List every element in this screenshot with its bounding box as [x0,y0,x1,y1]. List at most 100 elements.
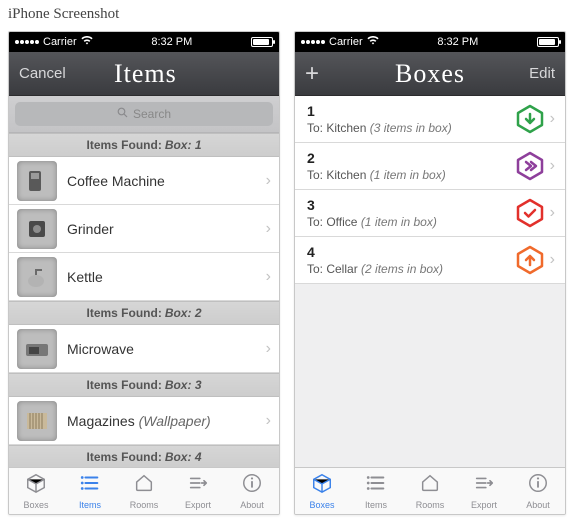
nav-title: Boxes [395,59,465,89]
tab-boxes[interactable]: Boxes [295,468,349,514]
chevron-right-icon: › [266,220,271,238]
tab-label: Rooms [416,500,445,510]
box-number: 3 [307,197,514,213]
wifi-icon [81,36,93,48]
item-thumbnail [17,161,57,201]
boxes-content[interactable]: 1To: Kitchen (3 items in box)›2To: Kitch… [295,96,565,467]
status-bar: Carrier 8:32 PM [295,32,565,52]
box-subtitle: To: Cellar (2 items in box) [307,262,514,276]
cancel-button[interactable]: Cancel [19,65,66,82]
wifi-icon [367,36,379,48]
export-icon [186,472,210,499]
list-item[interactable]: Microwave › [9,325,279,373]
nav-bar: Cancel Items [9,52,279,96]
tab-label: Export [471,500,497,510]
box-row[interactable]: 1 To: Kitchen (3 items in box) › [295,96,565,143]
tab-items[interactable]: Items [63,468,117,514]
box-subtitle: To: Kitchen (1 item in box) [307,168,514,182]
box-status-icon [514,198,546,228]
tab-label: About [240,500,264,510]
box-row[interactable]: 4 To: Cellar (2 items in box) › [295,237,565,284]
box-subtitle: To: Kitchen (3 items in box) [307,121,514,135]
tab-rooms[interactable]: Rooms [403,468,457,514]
item-label: Kettle [67,269,256,285]
section-value: Box: 3 [165,378,202,392]
box-number: 4 [307,244,514,260]
section-value: Box: 1 [165,138,202,152]
tab-items[interactable]: Items [349,468,403,514]
phone-left: Carrier 8:32 PM Cancel Items Search [8,31,280,515]
item-thumbnail [17,329,57,369]
tab-label: About [526,500,550,510]
item-label: Grinder [67,221,256,237]
section-value: Box: 4 [165,450,202,464]
search-input[interactable]: Search [15,102,273,126]
box-number: 1 [307,103,514,119]
item-thumbnail [17,257,57,297]
status-bar: Carrier 8:32 PM [9,32,279,52]
section-label: Items Found: [86,378,161,392]
item-label: Coffee Machine [67,173,256,189]
item-label: Microwave [67,341,256,357]
list-item[interactable]: Coffee Machine › [9,157,279,205]
clock: 8:32 PM [151,36,192,48]
rooms-icon [132,472,156,499]
tab-label: Export [185,500,211,510]
list-item[interactable]: Kettle › [9,253,279,301]
page-heading: iPhone Screenshot [0,6,580,31]
boxes-icon [310,472,334,499]
tab-label: Boxes [23,500,48,510]
carrier: Carrier [43,36,77,48]
section-label: Items Found: [86,306,161,320]
tab-rooms[interactable]: Rooms [117,468,171,514]
chevron-right-icon: › [266,268,271,286]
section-header: Items Found: Box: 4 [9,445,279,467]
box-status-icon [514,151,546,181]
edit-button[interactable]: Edit [511,65,555,82]
battery-icon [251,37,273,47]
nav-bar: + Boxes Edit [295,52,565,96]
tab-about[interactable]: About [511,468,565,514]
box-row[interactable]: 2To: Kitchen (1 item in box)› [295,143,565,190]
list-item[interactable]: Grinder › [9,205,279,253]
about-icon [526,472,550,499]
nav-title: Items [114,59,177,89]
items-icon [364,472,388,499]
list-item[interactable]: Magazines (Wallpaper) › [9,397,279,445]
tab-boxes[interactable]: Boxes [9,468,63,514]
tab-export[interactable]: Export [457,468,511,514]
tab-bar: Boxes Items Rooms Export About [9,467,279,514]
chevron-right-icon: › [266,340,271,358]
box-status-icon [514,245,546,275]
item-label: Magazines (Wallpaper) [67,413,256,429]
chevron-right-icon: › [550,110,555,128]
section-label: Items Found: [86,450,161,464]
rooms-icon [418,472,442,499]
box-subtitle: To: Office (1 item in box) [307,215,514,229]
tab-export[interactable]: Export [171,468,225,514]
section-label: Items Found: [86,138,161,152]
search-placeholder: Search [133,107,171,121]
tab-about[interactable]: About [225,468,279,514]
section-header: Items Found: Box: 1 [9,133,279,157]
search-icon [117,107,128,121]
carrier: Carrier [329,36,363,48]
section-value: Box: 2 [165,306,202,320]
export-icon [472,472,496,499]
box-row[interactable]: 3To: Office (1 item in box)› [295,190,565,237]
items-content[interactable]: Search Items Found: Box: 1 Coffee Machine ›… [9,96,279,467]
tab-label: Boxes [309,500,334,510]
chevron-right-icon: › [550,157,555,175]
section-header: Items Found: Box: 3 [9,373,279,397]
phone-right: Carrier 8:32 PM + Boxes Edit 1 To: Kitche… [294,31,566,515]
items-icon [78,472,102,499]
battery-icon [537,37,559,47]
boxes-icon [24,472,48,499]
tab-label: Items [79,500,101,510]
add-button[interactable]: + [305,60,349,88]
chevron-right-icon: › [550,251,555,269]
tab-label: Items [365,500,387,510]
chevron-right-icon: › [266,412,271,430]
box-status-icon [514,104,546,134]
chevron-right-icon: › [266,172,271,190]
